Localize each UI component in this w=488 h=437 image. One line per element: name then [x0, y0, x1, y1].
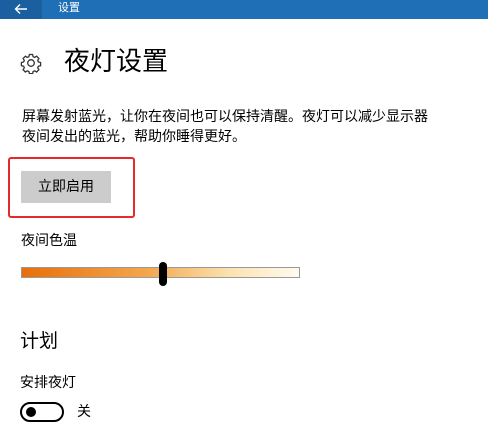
color-temperature-label: 夜间色温: [21, 233, 77, 249]
back-button[interactable]: [0, 0, 42, 19]
toggle-knob: [26, 407, 36, 417]
back-arrow-icon: [14, 4, 27, 14]
description-line-1: 屏幕发射蓝光，让你在夜间也可以保持清醒。夜灯可以减少显示器: [22, 109, 428, 125]
schedule-heading: 计划: [20, 330, 59, 352]
page-title: 夜灯设置: [64, 47, 169, 77]
toggle-state-label: 关: [77, 404, 91, 420]
enable-now-button[interactable]: 立即启用: [21, 171, 111, 203]
schedule-toggle[interactable]: [20, 402, 64, 422]
settings-page: 设置 夜灯设置 屏幕发射蓝光，让你在夜间也可以保持清醒。夜灯可以减少显示器 夜间…: [0, 0, 488, 437]
gear-icon: [20, 53, 42, 74]
description-line-2: 夜间发出的蓝光，帮助你睡得更好。: [22, 129, 246, 145]
window-title: 设置: [58, 1, 80, 14]
title-bar: 设置: [0, 0, 488, 19]
description-text: 屏幕发射蓝光，让你在夜间也可以保持清醒。夜灯可以减少显示器 夜间发出的蓝光，帮助…: [22, 107, 472, 147]
color-temperature-slider-thumb[interactable]: [159, 262, 168, 286]
schedule-night-light-label: 安排夜灯: [20, 375, 76, 391]
